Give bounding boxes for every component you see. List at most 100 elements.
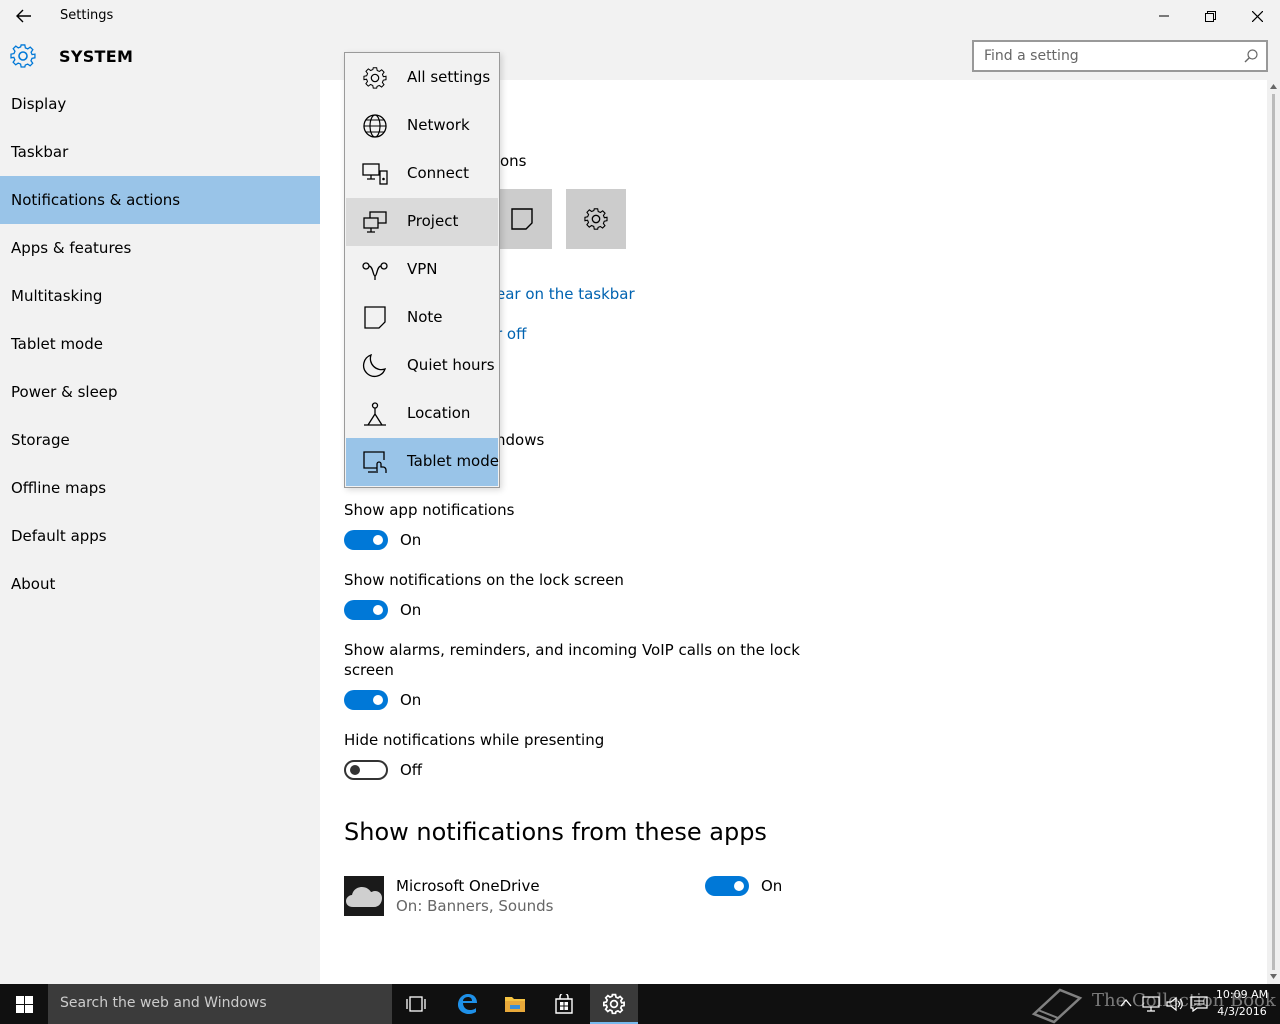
- scroll-thumb[interactable]: [1272, 94, 1275, 970]
- sidebar-item-apps-features[interactable]: Apps & features: [0, 224, 320, 272]
- sidebar: Display Taskbar Notifications & actions …: [0, 80, 320, 984]
- sidebar-item-label: Storage: [11, 431, 70, 449]
- sidebar-item-about[interactable]: About: [0, 560, 320, 608]
- sidebar-item-power-sleep[interactable]: Power & sleep: [0, 368, 320, 416]
- globe-icon: [363, 114, 387, 138]
- flyout-item-tablet-mode[interactable]: Tablet mode: [346, 438, 499, 486]
- task-view-icon: [406, 996, 426, 1012]
- app-name-onedrive: Microsoft OneDrive: [396, 877, 540, 895]
- toggle-hide-presenting[interactable]: [344, 760, 388, 780]
- settings-taskbar-button[interactable]: [590, 984, 638, 1024]
- close-button[interactable]: [1234, 0, 1280, 32]
- app-detail-onedrive: On: Banners, Sounds: [396, 897, 554, 915]
- scroll-up-icon[interactable]: [1270, 83, 1277, 90]
- store-icon: [555, 994, 573, 1014]
- close-icon: [1251, 10, 1263, 22]
- search-box[interactable]: [972, 40, 1268, 72]
- sidebar-item-label: Power & sleep: [11, 383, 118, 401]
- search-icon[interactable]: [1244, 49, 1258, 63]
- quick-action-tile-all-settings[interactable]: [566, 189, 626, 249]
- toggle-state: Off: [400, 761, 423, 779]
- toggle-state: On: [400, 691, 422, 709]
- flyout-item-vpn[interactable]: VPN: [346, 246, 498, 294]
- project-icon: [363, 211, 387, 233]
- sidebar-item-tablet-mode[interactable]: Tablet mode: [0, 320, 320, 368]
- flyout-item-label: Tablet mode: [407, 452, 499, 470]
- sidebar-item-offline-maps[interactable]: Offline maps: [0, 464, 320, 512]
- flyout-item-label: Project: [407, 212, 459, 230]
- sidebar-item-default-apps[interactable]: Default apps: [0, 512, 320, 560]
- toggle-state: On: [400, 531, 422, 549]
- sidebar-item-label: Display: [11, 95, 67, 113]
- flyout-item-project[interactable]: Project: [346, 198, 498, 246]
- flyout-item-label: Location: [407, 404, 471, 422]
- tablet-mode-icon: [363, 451, 387, 473]
- toggle-knob: [373, 605, 383, 615]
- file-explorer-button[interactable]: [491, 984, 539, 1024]
- flyout-item-label: Network: [407, 116, 470, 134]
- sidebar-item-label: About: [11, 575, 56, 593]
- vpn-icon: [362, 262, 388, 280]
- vertical-scrollbar[interactable]: [1267, 80, 1280, 984]
- store-button[interactable]: [540, 984, 588, 1024]
- system-icons-link[interactable]: r off: [496, 325, 526, 343]
- minimize-button[interactable]: [1141, 0, 1187, 32]
- sidebar-item-label: Notifications & actions: [11, 191, 181, 209]
- toggle-onedrive[interactable]: [705, 876, 749, 896]
- chevron-up-icon[interactable]: [1120, 996, 1132, 1010]
- location-icon: [364, 402, 386, 426]
- flyout-item-all-settings[interactable]: All settings: [346, 54, 498, 102]
- sidebar-item-label: Tablet mode: [11, 335, 103, 353]
- sidebar-item-label: Taskbar: [11, 143, 69, 161]
- sidebar-item-multitasking[interactable]: Multitasking: [0, 272, 320, 320]
- toggle-knob: [350, 765, 360, 775]
- taskbar-icons-link[interactable]: ear on the taskbar: [496, 285, 635, 303]
- search-input[interactable]: [974, 42, 1236, 70]
- sidebar-item-taskbar[interactable]: Taskbar: [0, 128, 320, 176]
- restore-button[interactable]: [1187, 0, 1233, 32]
- action-center-icon[interactable]: [1190, 996, 1208, 1012]
- toggle-knob: [373, 695, 383, 705]
- gear-icon: [10, 44, 36, 68]
- network-icon[interactable]: [1142, 996, 1160, 1012]
- quick-actions-label: ons: [500, 152, 527, 170]
- taskbar-search-placeholder: Search the web and Windows: [60, 995, 267, 1011]
- setting-label-alarms-line1: Show alarms, reminders, and incoming VoI…: [344, 641, 800, 659]
- taskbar-search-box[interactable]: Search the web and Windows: [48, 984, 392, 1024]
- settings-icon: [603, 993, 625, 1015]
- task-view-button[interactable]: [392, 984, 440, 1024]
- volume-icon[interactable]: [1166, 996, 1184, 1012]
- page-title: SYSTEM: [59, 47, 134, 66]
- flyout-item-location[interactable]: Location: [346, 390, 498, 438]
- clock-time[interactable]: 10:09 AM: [1214, 988, 1270, 1001]
- gear-icon: [584, 208, 608, 230]
- flyout-item-network[interactable]: Network: [346, 102, 498, 150]
- apps-section-heading: Show notifications from these apps: [344, 818, 767, 846]
- onedrive-cloud-icon: [346, 887, 382, 907]
- back-arrow-icon: [16, 9, 31, 23]
- file-explorer-icon: [505, 997, 525, 1012]
- clock-date[interactable]: 4/3/2016: [1214, 1005, 1270, 1018]
- sidebar-item-notifications-actions[interactable]: Notifications & actions: [0, 176, 320, 224]
- scroll-down-icon[interactable]: [1270, 973, 1277, 980]
- flyout-item-quiet-hours[interactable]: Quiet hours: [346, 342, 498, 390]
- start-button[interactable]: [0, 984, 48, 1024]
- back-button[interactable]: [8, 2, 40, 30]
- quick-action-tile-note[interactable]: [492, 189, 552, 249]
- edge-button[interactable]: [443, 984, 491, 1024]
- flyout-item-note[interactable]: Note: [346, 294, 498, 342]
- toggle-state: On: [400, 601, 422, 619]
- toggle-alarms-lock-screen[interactable]: [344, 690, 388, 710]
- flyout-item-connect[interactable]: Connect: [346, 150, 498, 198]
- toggle-knob: [373, 535, 383, 545]
- toggle-lock-screen-notifications[interactable]: [344, 600, 388, 620]
- flyout-item-label: Connect: [407, 164, 470, 182]
- sidebar-item-display[interactable]: Display: [0, 80, 320, 128]
- app-tile-onedrive: [344, 876, 384, 916]
- sidebar-item-label: Apps & features: [11, 239, 132, 257]
- toggle-app-notifications[interactable]: [344, 530, 388, 550]
- window-title: Settings: [60, 8, 114, 23]
- connect-icon: [362, 163, 388, 185]
- taskbar: Search the web and Windows The Collectio…: [0, 984, 1280, 1024]
- sidebar-item-storage[interactable]: Storage: [0, 416, 320, 464]
